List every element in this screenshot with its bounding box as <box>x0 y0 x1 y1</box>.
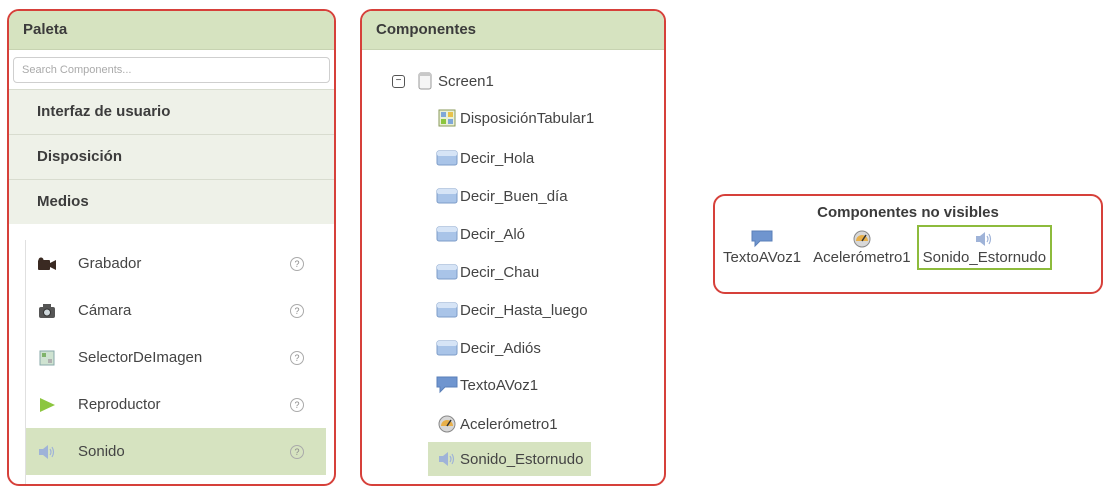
screen-icon <box>414 72 436 90</box>
button-icon <box>436 149 458 167</box>
tree-item-label: Decir_Chau <box>460 263 540 281</box>
palette-item-camara[interactable]: Cámara ? <box>26 287 326 334</box>
tree-item-decir-chau[interactable]: Decir_Chau <box>436 255 539 289</box>
components-title: Componentes <box>362 11 664 50</box>
palette-item-reproductor[interactable]: Reproductor ? <box>26 381 326 428</box>
palette-title: Paleta <box>9 11 334 50</box>
tree-item-label: TextoAVoz1 <box>460 376 539 394</box>
nonvisible-item-label: Sonido_Estornudo <box>922 249 1047 266</box>
gauge-icon <box>436 415 458 433</box>
components-panel: Componentes − Screen1 DisposiciónTabular… <box>360 9 666 486</box>
tree-item-label: DisposiciónTabular1 <box>460 109 595 127</box>
tree-item-decir-adios[interactable]: Decir_Adiós <box>436 331 541 365</box>
category-interfaz-de-usuario[interactable]: Interfaz de usuario <box>9 89 334 134</box>
category-disposicion[interactable]: Disposición <box>9 134 334 179</box>
tree-item-screen1[interactable]: Screen1 <box>414 64 494 98</box>
tree-item-label: Sonido_Estornudo <box>460 450 584 468</box>
tree-item-acelerometro1[interactable]: Acelerómetro1 <box>436 407 558 441</box>
tree-item-disposicion-tabular1[interactable]: DisposiciónTabular1 <box>436 101 594 135</box>
speaker-icon <box>36 443 58 461</box>
help-icon[interactable]: ? <box>290 350 304 365</box>
speaker-icon <box>974 229 994 249</box>
speaker-icon <box>436 450 458 468</box>
palette-item-selector-de-imagen[interactable]: SelectorDeImagen ? <box>26 334 326 381</box>
collapse-toggle[interactable]: − <box>392 75 405 88</box>
nonvisible-item-label: TextoAVoz1 <box>723 249 802 266</box>
nonvisible-title: Componentes no visibles <box>817 204 999 221</box>
palette-items-list: Grabador ? Cámara ? SelectorDeImagen ? R… <box>25 240 326 484</box>
nonvisible-item-sonido-estornudo[interactable]: Sonido_Estornudo <box>916 225 1053 270</box>
help-icon[interactable]: ? <box>290 444 304 459</box>
nonvisible-item-texto-a-voz1[interactable]: TextoAVoz1 <box>719 227 805 268</box>
tree-item-label: Decir_Aló <box>460 225 526 243</box>
nonvisible-components-panel: Componentes no visibles TextoAVoz1 Acele… <box>713 194 1103 294</box>
palette-item-label: Grabador <box>78 255 142 272</box>
tree-item-sonido-estornudo[interactable]: Sonido_Estornudo <box>428 442 592 476</box>
tree-item-label: Decir_Buen_día <box>460 187 568 205</box>
table-arrangement-icon <box>436 109 458 127</box>
speech-bubble-icon <box>751 229 773 249</box>
palette-item-sonido[interactable]: Sonido ? <box>26 428 326 475</box>
tree-item-label: Screen1 <box>438 72 494 90</box>
palette-item-grabador[interactable]: Grabador ? <box>26 240 326 287</box>
tree-item-decir-hasta-luego[interactable]: Decir_Hasta_luego <box>436 293 588 327</box>
category-medios[interactable]: Medios <box>9 179 334 224</box>
palette-item-label: Sonido <box>78 443 125 460</box>
tree-item-label: Decir_Hola <box>460 149 535 167</box>
tree-item-label: Decir_Hasta_luego <box>460 301 588 319</box>
palette-item-label: SelectorDeImagen <box>78 349 203 366</box>
tree-item-label: Acelerómetro1 <box>460 415 558 433</box>
gauge-icon <box>852 229 872 249</box>
tree-item-label: Decir_Adiós <box>460 339 541 357</box>
nonvisible-item-label: Acelerómetro1 <box>813 249 911 266</box>
palette-item-label: Cámara <box>78 302 132 319</box>
camcorder-icon <box>36 255 58 273</box>
button-icon <box>436 339 458 357</box>
help-icon[interactable]: ? <box>290 397 304 412</box>
tree-item-decir-alo[interactable]: Decir_Aló <box>436 217 525 251</box>
palette-panel: Paleta Interfaz de usuario Disposición M… <box>7 9 336 486</box>
tree-item-decir-hola[interactable]: Decir_Hola <box>436 141 534 175</box>
play-icon <box>36 396 58 414</box>
help-icon[interactable]: ? <box>290 303 304 318</box>
image-picker-icon <box>36 349 58 367</box>
camera-icon <box>36 302 58 320</box>
tree-item-decir-buen-dia[interactable]: Decir_Buen_día <box>436 179 568 213</box>
button-icon <box>436 187 458 205</box>
button-icon <box>436 301 458 319</box>
search-components-input[interactable] <box>13 57 330 83</box>
nonvisible-items: TextoAVoz1 Acelerómetro1 Sonido_Estornud… <box>715 225 1101 270</box>
search-wrap <box>9 50 334 89</box>
speech-bubble-icon <box>436 376 458 394</box>
palette-item-label: Reproductor <box>78 396 161 413</box>
tree-item-texto-a-voz1[interactable]: TextoAVoz1 <box>436 368 538 402</box>
button-icon <box>436 263 458 281</box>
help-icon[interactable]: ? <box>290 256 304 271</box>
nonvisible-item-acelerometro1[interactable]: Acelerómetro1 <box>809 227 915 268</box>
button-icon <box>436 225 458 243</box>
